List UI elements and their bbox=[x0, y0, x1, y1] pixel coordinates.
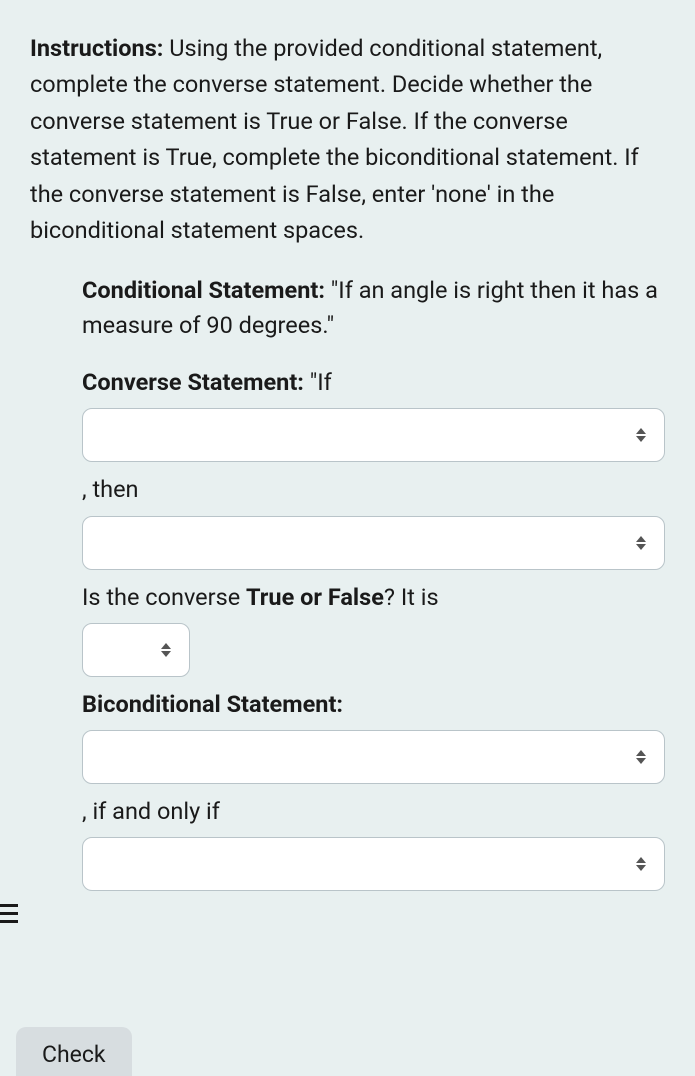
check-button[interactable]: Check bbox=[16, 1027, 132, 1076]
updown-icon bbox=[634, 534, 648, 552]
menu-icon[interactable] bbox=[0, 898, 22, 928]
updown-icon bbox=[159, 641, 173, 659]
truefalse-question: Is the converse True or False? It is bbox=[82, 580, 665, 615]
biconditional-select-1[interactable] bbox=[82, 730, 665, 784]
converse-label: Converse Statement: bbox=[82, 368, 304, 396]
biconditional-label: Biconditional Statement: bbox=[82, 690, 343, 718]
converse-then: , then bbox=[82, 472, 665, 507]
instructions-body: Using the provided conditional statement… bbox=[30, 34, 639, 244]
updown-icon bbox=[634, 426, 648, 444]
conditional-statement: Conditional Statement: "If an angle is r… bbox=[82, 273, 665, 344]
instructions-text: Instructions: Using the provided conditi… bbox=[30, 30, 665, 249]
converse-lead: Converse Statement: "If bbox=[82, 365, 665, 400]
tf-post: ? It is bbox=[384, 583, 439, 611]
converse-select-1[interactable] bbox=[82, 408, 665, 462]
biconditional-select-2[interactable] bbox=[82, 837, 665, 891]
converse-if: "If bbox=[304, 368, 332, 396]
truefalse-select[interactable] bbox=[82, 623, 190, 677]
biconditional-iff: , if and only if bbox=[82, 794, 665, 829]
instructions-label: Instructions: bbox=[30, 34, 163, 62]
tf-bold: True or False bbox=[246, 583, 384, 611]
updown-icon bbox=[634, 855, 648, 873]
tf-pre: Is the converse bbox=[82, 583, 246, 611]
biconditional-heading: Biconditional Statement: bbox=[82, 687, 665, 722]
updown-icon bbox=[634, 748, 648, 766]
conditional-label: Conditional Statement: bbox=[82, 276, 325, 304]
converse-select-2[interactable] bbox=[82, 516, 665, 570]
